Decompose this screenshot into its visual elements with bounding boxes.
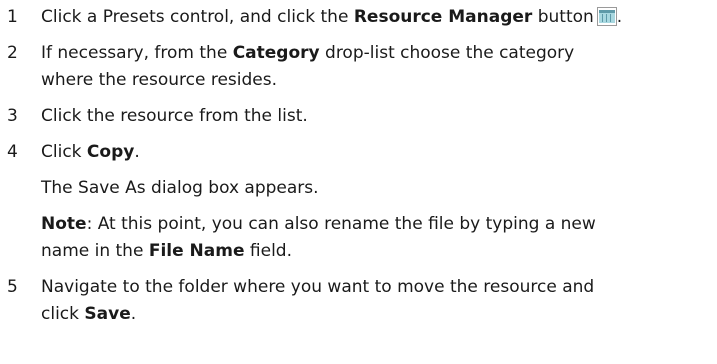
instruction-list: 1 Click a Presets control, and click the… [0,0,717,364]
step-text: Navigate to the folder where you want to… [41,277,595,297]
file-name-label: File Name [148,241,245,261]
step-number: 2 [7,43,18,63]
step-number: 3 [7,106,18,126]
copy-label: Copy [86,142,135,162]
step-text: If necessary, from the Category drop-lis… [41,43,575,63]
step-number: 1 [7,7,18,27]
resource-manager-label: Resource Manager [353,7,533,27]
step-number: 4 [7,142,18,162]
note-label: Note [41,214,87,234]
step-text: Click a Presets control, and click the R… [41,7,623,27]
step-text: Click Copy. [41,142,140,162]
save-label: Save [84,304,131,324]
category-label: Category [232,43,320,63]
step-number: 5 [7,277,18,297]
resource-manager-icon [596,7,617,26]
step-text: Click the resource from the list. [41,106,308,126]
